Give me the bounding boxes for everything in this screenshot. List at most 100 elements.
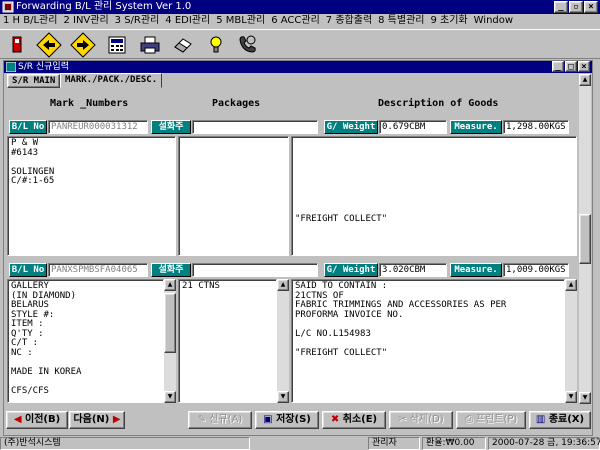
header-description: Description of Goods	[378, 98, 499, 109]
menu-special[interactable]: 8 특별관리	[375, 14, 427, 28]
scroll-thumb[interactable]	[579, 214, 591, 264]
close-button[interactable]: ▥ 종료(X)	[529, 411, 591, 429]
weight-label: G/ Weight	[324, 263, 378, 277]
minimize-button[interactable]: _	[554, 1, 568, 13]
shipper-field[interactable]	[192, 120, 318, 134]
cancel-button[interactable]: ✖ 취소(E)	[322, 411, 386, 429]
status-rate: 환율:₩0.00	[422, 437, 486, 450]
app-icon	[2, 1, 14, 13]
bl-no-label: B/L No	[9, 263, 47, 277]
menu-inv[interactable]: 2 INV관리	[60, 14, 111, 28]
menu-window[interactable]: Window	[471, 14, 516, 28]
print-label: 프린트(P)	[475, 414, 518, 425]
tab-sr-main[interactable]: S/R MAIN	[7, 74, 61, 88]
status-company: (주)반석시스템	[0, 437, 250, 450]
new-button[interactable]: ✎ 신규(A)	[188, 411, 252, 429]
eraser-icon[interactable]	[170, 32, 196, 58]
description-textarea[interactable]: SAID TO CONTAIN : 21CTNS OF FABRIC TRIMM…	[291, 279, 565, 403]
packages-textarea[interactable]	[178, 136, 289, 256]
window-title-bar: S/R 신규입력 _ □ ×	[4, 61, 592, 73]
weight-field[interactable]: 3.020CBM	[379, 263, 447, 277]
app-title-bar: Forwarding B/L 관리 System Ver 1.0 _ ▫ ×	[0, 0, 600, 14]
new-icon: ✎	[197, 414, 207, 425]
sr-new-entry-window: S/R 신규입력 _ □ × S/R MAIN MARK./PACK./DESC…	[3, 60, 593, 436]
child-close-button[interactable]: ×	[578, 61, 590, 72]
bl-no-field[interactable]: PANREUR000031312	[48, 120, 148, 134]
child-minimize-button[interactable]: _	[552, 61, 564, 72]
menu-acc[interactable]: 6 ACC관리	[268, 14, 323, 28]
save-label: 저장(S)	[276, 414, 311, 425]
menu-mbl[interactable]: 5 MBL관리	[213, 14, 268, 28]
weight-field[interactable]: 0.679CBM	[379, 120, 447, 134]
door-icon: ▥	[535, 414, 546, 425]
exit-icon[interactable]	[4, 32, 30, 58]
print-button[interactable]: ⎙ 프린트(P)	[456, 411, 526, 429]
window-title: S/R 신규입력	[18, 62, 69, 72]
shipper-field[interactable]	[192, 263, 318, 277]
marks-textarea[interactable]: GALLERY (IN DIAMOND) BELARUS STYLE #: IT…	[7, 279, 164, 403]
scroll-down-arrow[interactable]: ▼	[565, 391, 577, 403]
phone-icon[interactable]	[234, 32, 260, 58]
menu-init[interactable]: 9 초기화	[427, 14, 470, 28]
scroll-down-arrow[interactable]: ▼	[579, 392, 591, 404]
calculator-icon[interactable]	[104, 32, 130, 58]
measure-label: Measure.	[450, 120, 502, 134]
menu-sr[interactable]: 3 S/R관리	[112, 14, 163, 28]
printer-icon[interactable]	[137, 32, 163, 58]
prev-label: 이전(B)	[25, 414, 61, 425]
next-label: 다음(N)	[73, 414, 110, 425]
shipper-button[interactable]: 설화주	[151, 263, 191, 277]
close-app-button[interactable]: ×	[584, 1, 598, 13]
description-textarea[interactable]: "FREIGHT COLLECT"	[291, 136, 577, 256]
scroll-up-arrow[interactable]: ▲	[565, 279, 577, 291]
marks-textarea[interactable]: P & W #6143 SOLINGEN C/#:1-65	[7, 136, 176, 256]
delete-button[interactable]: ✂ 삭제(D)	[389, 411, 453, 429]
status-datetime: 2000-07-28 금, 19:36:57	[488, 437, 600, 450]
status-user: 관리자	[368, 437, 420, 450]
cancel-x-icon: ✖	[330, 414, 340, 425]
delete-icon: ✂	[398, 414, 407, 425]
bl-no-field[interactable]: PANXSPMBSFA04065	[48, 263, 148, 277]
left-arrow-icon: ◀	[13, 414, 22, 425]
tab-mark-pack-desc[interactable]: MARK./PACK./DESC.	[60, 73, 163, 88]
measure-field[interactable]: 1,009.00KGS	[503, 263, 569, 277]
description-scrollbar[interactable]: ▲ ▼	[565, 279, 577, 403]
scroll-up-arrow[interactable]: ▲	[164, 279, 176, 291]
lightbulb-icon[interactable]	[203, 32, 229, 58]
app-title: Forwarding B/L 관리 System Ver 1.0	[16, 1, 192, 12]
scroll-down-arrow[interactable]: ▼	[164, 391, 176, 403]
next-button[interactable]: 다음(N) ▶	[69, 411, 125, 429]
back-arrow-icon[interactable]	[36, 32, 62, 58]
packages-textarea[interactable]: 21 CTNS	[178, 279, 277, 403]
delete-label: 삭제(D)	[409, 414, 444, 425]
weight-label: G/ Weight	[324, 120, 378, 134]
child-maximize-button[interactable]: □	[565, 61, 577, 72]
scroll-up-arrow[interactable]: ▲	[277, 279, 289, 291]
save-button[interactable]: ▣ 저장(S)	[255, 411, 319, 429]
toolbar	[0, 29, 600, 59]
status-bar: (주)반석시스템 관리자 환율:₩0.00 2000-07-28 금, 19:3…	[0, 437, 600, 450]
menu-edi[interactable]: 4 EDI관리	[162, 14, 213, 28]
measure-field[interactable]: 1,298.00KGS	[503, 120, 569, 134]
floppy-icon: ▣	[263, 414, 273, 425]
right-arrow-icon: ▶	[112, 414, 121, 425]
scroll-up-arrow[interactable]: ▲	[579, 74, 591, 86]
restore-button[interactable]: ▫	[569, 1, 583, 13]
scroll-down-arrow[interactable]: ▼	[277, 391, 289, 403]
header-packages: Packages	[212, 98, 261, 109]
window-icon	[6, 62, 16, 72]
menu-report[interactable]: 7 종합출력	[323, 14, 375, 28]
bl-no-label: B/L No	[9, 120, 47, 134]
menu-bar: 1 H B/L관리 2 INV관리 3 S/R관리 4 EDI관리 5 MBL관…	[0, 14, 600, 28]
window-scrollbar[interactable]: ▲ ▼	[579, 74, 591, 404]
packages-scrollbar[interactable]: ▲ ▼	[277, 279, 289, 403]
print-icon: ⎙	[464, 414, 473, 425]
scroll-thumb[interactable]	[164, 293, 176, 353]
menu-hbl[interactable]: 1 H B/L관리	[0, 14, 60, 28]
measure-label: Measure.	[450, 263, 502, 277]
cancel-label: 취소(E)	[342, 414, 378, 425]
forward-arrow-icon[interactable]	[70, 32, 96, 58]
marks-scrollbar[interactable]: ▲ ▼	[164, 279, 176, 403]
prev-button[interactable]: ◀ 이전(B)	[6, 411, 68, 429]
shipper-button[interactable]: 설화주	[151, 120, 191, 134]
